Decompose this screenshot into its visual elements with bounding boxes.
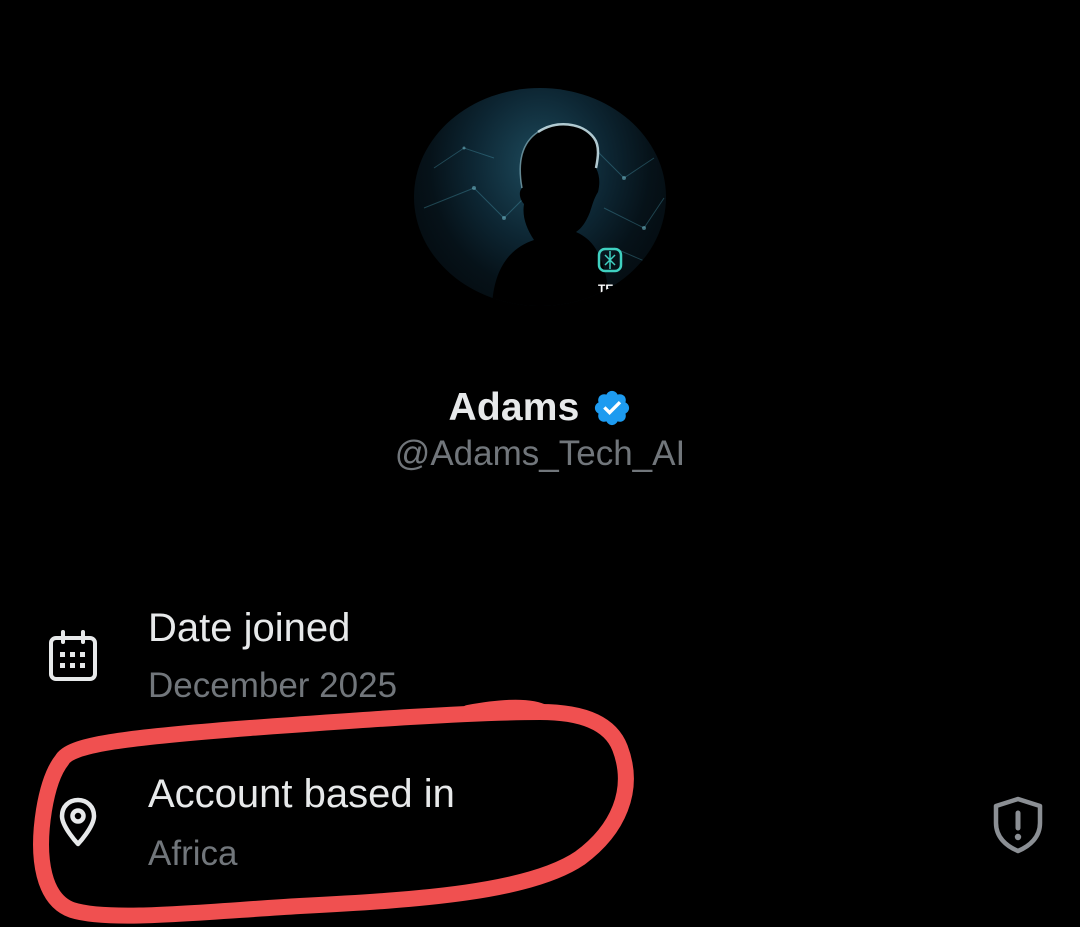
date-joined-label: Date joined [148,606,351,650]
date-joined-value: December 2025 [148,666,398,705]
avatar[interactable]: TEC [414,88,666,306]
account-location-label: Account based in [148,772,455,816]
avatar-badge-text: TEC [598,282,622,296]
calendar-icon [49,630,97,681]
account-location-value: Africa [148,834,238,873]
location-pin-icon [59,797,97,847]
shield-alert-icon[interactable] [990,795,1046,855]
account-location-row: Account based in Africa [0,770,1080,882]
profile-handle: @Adams_Tech_AI [394,434,686,473]
display-name-row: Adams [0,384,1080,432]
verified-badge-icon[interactable] [592,388,632,428]
avatar-image: TEC [423,123,665,306]
date-joined-row: Date joined December 2025 [0,604,1080,716]
display-name: Adams [448,386,580,429]
